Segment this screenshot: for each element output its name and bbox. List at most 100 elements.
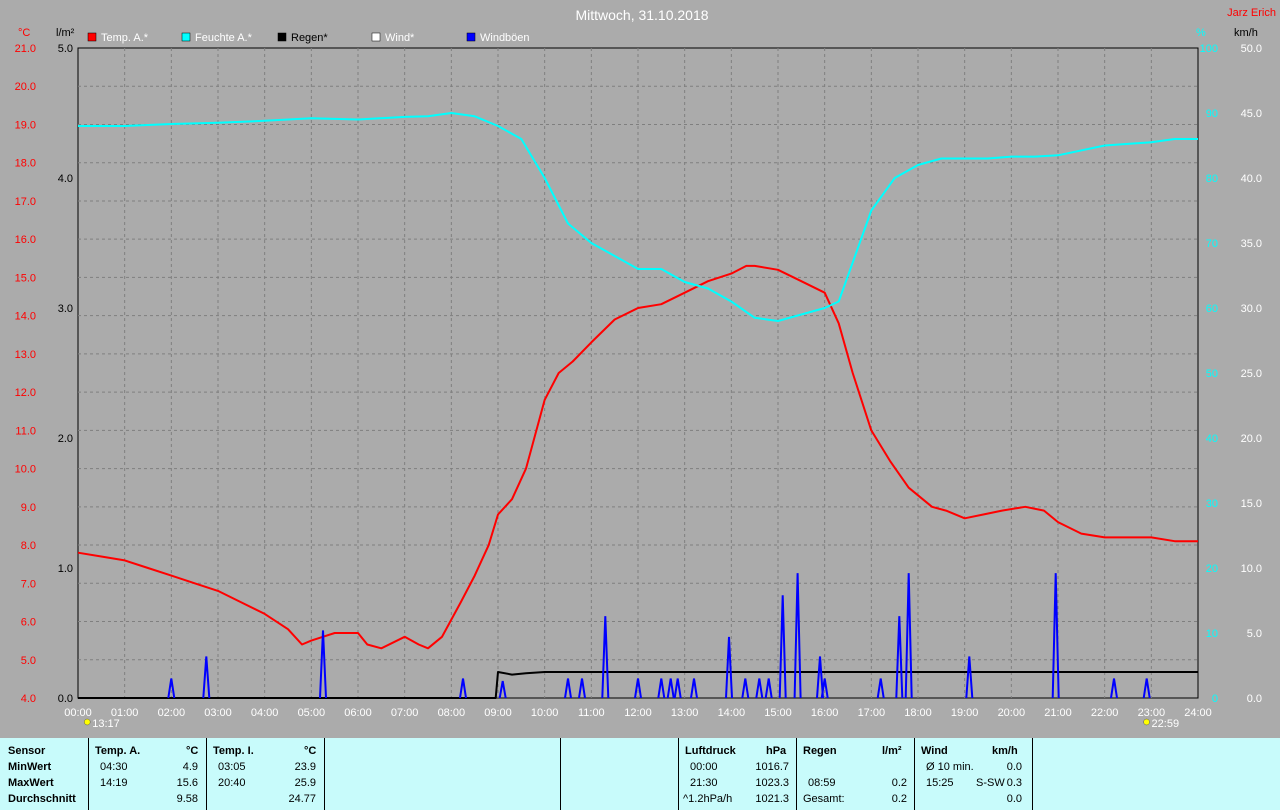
- temp-tick-label: 20.0: [15, 81, 36, 93]
- temp-tick-label: 18.0: [15, 158, 36, 170]
- rain-total-value: 0.2: [891, 793, 907, 805]
- rain-max-time: 08:59: [808, 777, 836, 789]
- wind-unit: km/h: [992, 745, 1018, 757]
- rain-tick-label: 5.0: [58, 43, 73, 55]
- wind-max-time: 15:25: [926, 777, 954, 789]
- rain-header: Regen: [803, 745, 837, 757]
- temp-tick-label: 8.0: [21, 540, 36, 552]
- stats-divider: [206, 738, 207, 810]
- pressure-min-value: 1016.7: [755, 761, 789, 773]
- x-tick-label: 17:00: [858, 707, 886, 719]
- humidity-tick-label: 100: [1200, 43, 1218, 55]
- temp-tick-label: 5.0: [21, 655, 36, 667]
- wind-header: Wind: [921, 745, 948, 757]
- humidity-tick-label: 90: [1206, 108, 1218, 120]
- legend-label: Windböen: [480, 32, 530, 44]
- temp-tick-label: 7.0: [21, 578, 36, 590]
- x-tick-label: 11:00: [578, 707, 605, 719]
- wind-tick-label: 50.0: [1241, 43, 1262, 55]
- wind-tick-label: 5.0: [1247, 628, 1262, 640]
- x-tick-label: 00:00: [64, 707, 92, 719]
- x-tick-label: 14:00: [718, 707, 746, 719]
- stats-divider: [914, 738, 915, 810]
- rain-unit-label: l/m²: [56, 27, 75, 39]
- sensor-row-max: MaxWert: [8, 777, 54, 789]
- pressure-unit: hPa: [766, 745, 787, 757]
- wind-max-value: 0.3: [1006, 777, 1022, 789]
- sunrise-icon: [83, 718, 91, 726]
- wind-tick-label: 45.0: [1241, 108, 1262, 120]
- humidity-tick-label: 40: [1206, 433, 1218, 445]
- x-tick-label: 10:00: [531, 707, 559, 719]
- temp-i-min-value: 23.9: [294, 761, 316, 773]
- temp-tick-label: 10.0: [15, 464, 36, 476]
- rain-tick-label: 0.0: [58, 693, 73, 705]
- pressure-max-value: 1023.3: [755, 777, 789, 789]
- temp-tick-label: 12.0: [15, 387, 36, 399]
- weather-chart: Mittwoch, 31.10.2018 Jarz Erich °C l/m² …: [15, 7, 1276, 730]
- temp-i-unit: °C: [304, 745, 317, 757]
- legend-swatch: [371, 32, 381, 42]
- temp-tick-label: 14.0: [15, 311, 36, 323]
- rain-unit: l/m²: [882, 745, 902, 757]
- sunset-time: 22:59: [1152, 718, 1180, 730]
- x-tick-label: 22:00: [1091, 707, 1119, 719]
- rain-max-value: 0.2: [891, 777, 907, 789]
- stats-divider: [1032, 738, 1033, 810]
- wind-unit-label: km/h: [1234, 27, 1258, 39]
- temp-a-min-value: 4.9: [182, 761, 198, 773]
- x-tick-label: 04:00: [251, 707, 279, 719]
- temp-i-max-value: 25.9: [294, 777, 316, 789]
- legend-label: Temp. A.*: [101, 32, 149, 44]
- wind-tick-label: 10.0: [1241, 563, 1262, 575]
- wind-current-value: 0.0: [1006, 793, 1022, 805]
- statistics-panel: Sensor MinWert MaxWert Durchschnitt Temp…: [0, 738, 1280, 810]
- x-tick-label: 13:00: [671, 707, 699, 719]
- wind-avg-value: 0.0: [1006, 761, 1022, 773]
- temp-tick-label: 11.0: [15, 425, 36, 437]
- chart-title: Mittwoch, 31.10.2018: [575, 7, 708, 23]
- sensor-header: Sensor: [8, 745, 46, 757]
- x-tick-label: 08:00: [438, 707, 466, 719]
- pressure-header: Luftdruck: [685, 745, 736, 757]
- x-tick-label: 05:00: [298, 707, 326, 719]
- sensor-row-avg: Durchschnitt: [8, 793, 76, 805]
- temp-i-avg-value: 24.77: [288, 793, 316, 805]
- wind-tick-label: 20.0: [1241, 433, 1262, 445]
- stats-divider: [678, 738, 679, 810]
- humidity-tick-label: 30: [1206, 498, 1218, 510]
- rain-tick-label: 1.0: [58, 563, 73, 575]
- humidity-tick-label: 10: [1206, 628, 1218, 640]
- stats-divider: [88, 738, 89, 810]
- temp-i-header: Temp. I.: [213, 745, 254, 757]
- stats-divider: [796, 738, 797, 810]
- station-name: Jarz Erich: [1227, 7, 1276, 19]
- pressure-current-value: 1021.3: [755, 793, 789, 805]
- x-tick-label: 21:00: [1044, 707, 1072, 719]
- x-tick-label: 06:00: [344, 707, 372, 719]
- x-tick-label: 20:00: [998, 707, 1026, 719]
- temp-tick-label: 21.0: [15, 43, 36, 55]
- humidity-tick-label: 70: [1206, 238, 1218, 250]
- stats-divider: [324, 738, 325, 810]
- temp-a-max-time: 14:19: [100, 777, 128, 789]
- pressure-trend: ^1.2hPa/h: [683, 793, 733, 805]
- legend: Temp. A.* Feuchte A.* Regen* Wind* Windböen: [87, 32, 530, 44]
- wind-tick-label: 30.0: [1241, 303, 1262, 315]
- wind-tick-label: 25.0: [1241, 368, 1262, 380]
- legend-label: Feuchte A.*: [195, 32, 253, 44]
- temp-unit-label: °C: [18, 27, 30, 39]
- humidity-tick-label: 60: [1206, 303, 1218, 315]
- x-tick-label: 16:00: [811, 707, 839, 719]
- temp-a-header: Temp. A.: [95, 745, 141, 757]
- x-tick-label: 15:00: [764, 707, 792, 719]
- wind-tick-label: 15.0: [1241, 498, 1262, 510]
- rain-tick-label: 4.0: [58, 173, 73, 185]
- wind-tick-label: 40.0: [1241, 173, 1262, 185]
- legend-label: Wind*: [385, 32, 415, 44]
- sensor-row-min: MinWert: [8, 761, 52, 773]
- x-tick-label: 12:00: [624, 707, 652, 719]
- legend-swatch: [466, 32, 476, 42]
- sunrise-time: 13:17: [92, 718, 120, 730]
- stats-divider: [560, 738, 561, 810]
